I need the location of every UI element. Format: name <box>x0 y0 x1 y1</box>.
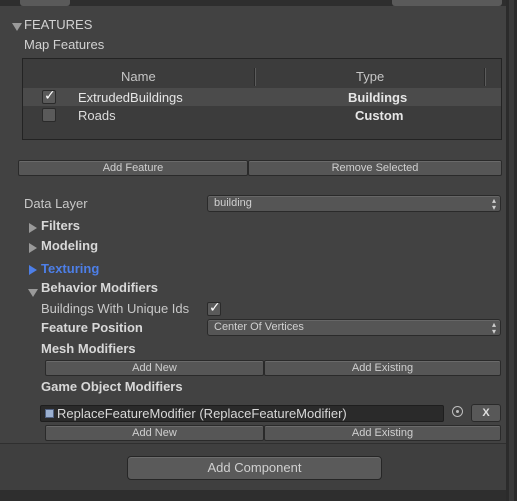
table-header: Name Type <box>23 63 501 86</box>
top-tab-fragment <box>20 0 70 6</box>
remove-selected-button[interactable]: Remove Selected <box>248 160 502 176</box>
row-name: ExtrudedBuildings <box>78 90 183 105</box>
chevron-right-icon <box>29 223 37 233</box>
row-type: Buildings <box>348 90 408 105</box>
data-layer-label: Data Layer <box>24 196 88 211</box>
feature-position-label: Feature Position <box>41 320 143 335</box>
row-name: Roads <box>78 108 116 123</box>
filters-foldout[interactable]: Filters <box>41 218 80 233</box>
texturing-foldout[interactable]: Texturing <box>41 261 99 276</box>
mesh-add-existing-button[interactable]: Add Existing <box>264 360 501 376</box>
chevron-down-icon <box>28 289 38 297</box>
window-top-edge <box>0 0 517 6</box>
features-foldout[interactable] <box>12 19 22 34</box>
check-icon: ✓ <box>44 87 56 103</box>
row-checkbox[interactable] <box>42 108 56 122</box>
column-header-name[interactable]: Name <box>121 69 156 84</box>
data-layer-dropdown[interactable]: building ▴ ▾ <box>207 195 501 212</box>
map-features-label: Map Features <box>24 37 105 52</box>
top-tab-fragment <box>392 0 502 6</box>
table-row[interactable]: ✓ ExtrudedBuildings Buildings <box>23 87 501 106</box>
gameobject-add-new-button[interactable]: Add New <box>45 425 264 441</box>
game-object-modifier-field[interactable]: ReplaceFeatureModifier (ReplaceFeatureMo… <box>40 405 444 422</box>
chevron-right-icon <box>29 265 37 275</box>
feature-position-value: Center Of Vertices <box>214 321 304 333</box>
check-icon: ✓ <box>209 299 221 315</box>
object-picker-icon[interactable] <box>452 406 463 417</box>
column-divider <box>485 68 486 86</box>
unique-ids-checkbox[interactable]: ✓ <box>207 299 221 316</box>
filters-foldout-arrow[interactable] <box>29 221 37 236</box>
gameobject-add-existing-button[interactable]: Add Existing <box>264 425 501 441</box>
behavior-modifiers-foldout[interactable]: Behavior Modifiers <box>41 280 158 295</box>
mesh-modifiers-label: Mesh Modifiers <box>41 341 136 356</box>
row-type: Custom <box>355 108 404 123</box>
game-object-modifier-value: ReplaceFeatureModifier (ReplaceFeatureMo… <box>57 406 347 421</box>
row-checkbox[interactable]: ✓ <box>42 87 56 104</box>
scrollbar-track[interactable] <box>506 0 517 501</box>
add-component-button[interactable]: Add Component <box>127 456 382 480</box>
modeling-foldout-arrow[interactable] <box>29 241 37 256</box>
feature-position-dropdown[interactable]: Center Of Vertices ▴ ▾ <box>207 319 501 336</box>
scrollbar-thumb[interactable] <box>509 0 514 501</box>
add-feature-button[interactable]: Add Feature <box>18 160 248 176</box>
updown-arrows-icon: ▴ ▾ <box>491 320 496 336</box>
remove-modifier-button[interactable]: X <box>471 404 501 422</box>
modeling-foldout[interactable]: Modeling <box>41 238 98 253</box>
behavior-modifiers-foldout-arrow[interactable] <box>28 285 38 300</box>
column-header-type[interactable]: Type <box>356 69 384 84</box>
updown-arrows-icon: ▴ ▾ <box>491 196 496 212</box>
script-icon <box>45 409 54 418</box>
mesh-add-new-button[interactable]: Add New <box>45 360 264 376</box>
data-layer-value: building <box>214 197 252 209</box>
features-table: Name Type ✓ ExtrudedBuildings Buildings … <box>22 58 502 140</box>
chevron-right-icon <box>29 243 37 253</box>
game-object-modifiers-label: Game Object Modifiers <box>41 379 183 394</box>
chevron-down-icon <box>12 23 22 31</box>
table-row[interactable]: Roads Custom <box>23 107 501 125</box>
section-title: FEATURES <box>24 17 93 32</box>
texturing-foldout-arrow[interactable] <box>29 263 37 278</box>
unique-ids-label: Buildings With Unique Ids <box>41 301 190 316</box>
column-divider <box>255 68 256 86</box>
bottom-edge <box>0 490 506 501</box>
